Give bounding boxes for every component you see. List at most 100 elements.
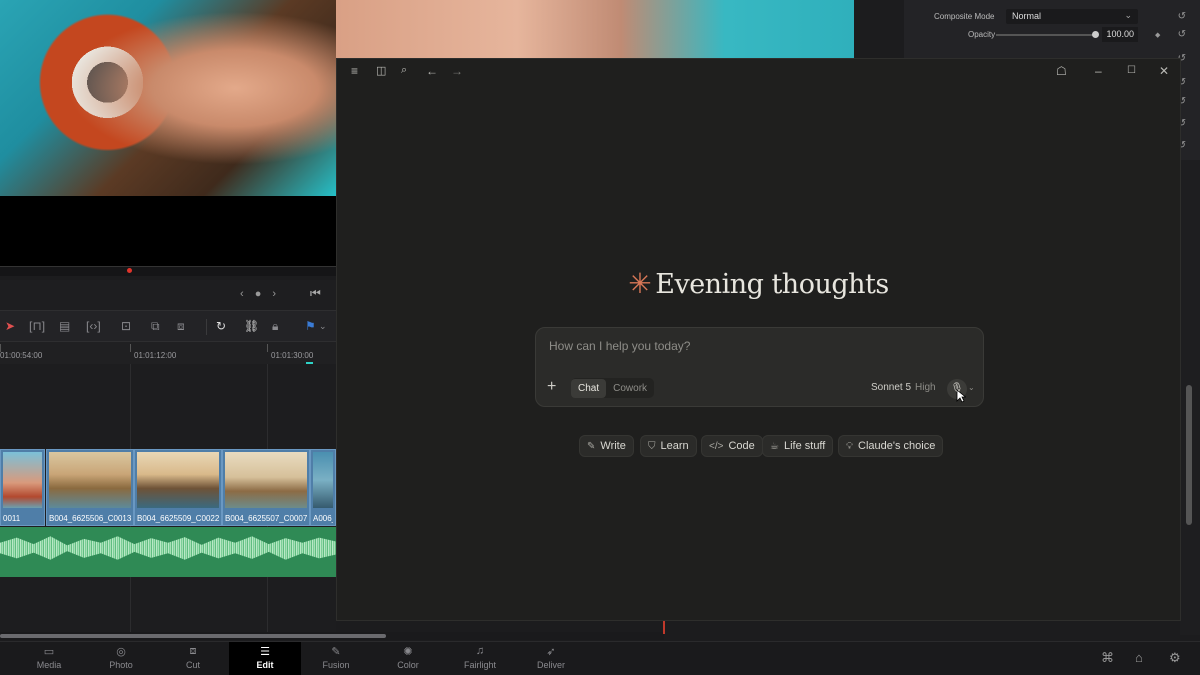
media-icon: ▭ <box>43 646 55 658</box>
deliver-icon: ➶ <box>546 646 556 658</box>
timeline-ruler[interactable]: 01:00:54:00 01:01:12:00 01:01:30:00 <box>0 342 336 364</box>
chevron-down-icon: ⌄ <box>1124 10 1132 20</box>
chip-learn[interactable]: ⛉ Learn <box>640 435 697 457</box>
keyboard-shortcuts-icon[interactable]: ⌘ <box>1101 650 1114 666</box>
chip-claudes-choice[interactable]: 💡︎ Claude's choice <box>838 435 944 457</box>
timeline-playhead[interactable] <box>663 620 665 634</box>
timeline-clip[interactable]: B004_6625509_C0022 <box>134 449 222 526</box>
ruler-timecode: 01:01:30:00 <box>271 351 314 360</box>
reset-icon[interactable]: ↺ <box>1178 29 1186 40</box>
prompt-input-box[interactable]: How can I help you today? + Chat Cowork S… <box>535 327 984 407</box>
timeline-clip[interactable]: B004_6625507_C0007 <box>222 449 310 526</box>
timeline-scroll-thumb[interactable] <box>0 634 386 638</box>
insert-clip-icon[interactable]: ⊡ <box>121 319 131 333</box>
composite-mode-select[interactable]: Normal ⌄ <box>1006 9 1138 24</box>
coffee-cup-icon: ☕︎ <box>770 441 779 452</box>
back-arrow-icon[interactable]: ← <box>426 64 438 78</box>
opacity-value[interactable]: 100.00 <box>1102 27 1138 42</box>
effort-level: High <box>915 382 936 393</box>
page-tab-fusion[interactable]: ✎ Fusion <box>300 642 372 675</box>
greeting-heading: ✳ Evening thoughts <box>337 267 1180 300</box>
clip-thumbnail <box>225 452 307 508</box>
prompt-placeholder[interactable]: How can I help you today? <box>549 339 690 353</box>
greeting-text: Evening thoughts <box>655 269 889 300</box>
clip-name: A006_ <box>313 514 333 523</box>
sidebar-toggle-icon[interactable]: ◫ <box>376 64 386 77</box>
lock-icon[interactable]: 🔒︎ <box>272 319 278 334</box>
page-tab-edit[interactable]: ☰ Edit <box>229 642 301 675</box>
clip-thumbnail <box>3 452 42 508</box>
linked-selection-icon[interactable]: ⛓ <box>244 319 259 333</box>
page-tab-label: Media <box>36 660 62 670</box>
keyframe-icon[interactable]: ◆ <box>1155 31 1160 39</box>
page-tab-label: Edit <box>256 660 274 670</box>
maximize-icon[interactable]: ☐ <box>1127 65 1136 76</box>
dynamic-trim-icon[interactable]: ▤ <box>59 319 70 333</box>
timeline-clip[interactable]: A006_ <box>310 449 336 526</box>
chip-label: Write <box>600 440 626 452</box>
replace-clip-icon[interactable]: ⧈ <box>177 319 185 334</box>
clip-thumbnail <box>49 452 131 508</box>
opacity-slider-knob[interactable] <box>1092 31 1099 38</box>
audio-track[interactable] <box>0 527 336 577</box>
timeline-scrollbar[interactable] <box>0 632 664 640</box>
video-preview-background <box>336 0 854 58</box>
settings-icon[interactable]: ⚙ <box>1169 650 1181 666</box>
close-icon[interactable]: ✕ <box>1159 64 1169 78</box>
mode-chat[interactable]: Chat <box>571 379 607 398</box>
mode-toggle: Chat Cowork <box>571 378 655 398</box>
page-tab-photo[interactable]: ◎ Photo <box>85 642 157 675</box>
chip-label: Learn <box>660 440 689 452</box>
page-tab-deliver[interactable]: ➶ Deliver <box>515 642 587 675</box>
clip-name: 0011 <box>3 514 21 523</box>
claude-window: ≡ ◫ ⌕ ← → ☖ – ☐ ✕ ✳ Evening thoughts How … <box>336 58 1181 621</box>
blade-tool-icon[interactable]: [‹›] <box>86 319 101 333</box>
page-navigation-bar: ▭ Media ◎ Photo ⧈ Cut ☰ Edit ✎ Fusion ✺ Color ♫ Fairl… <box>0 641 1200 675</box>
inspector-scroll-area <box>1180 160 1200 635</box>
menu-icon[interactable]: ≡ <box>351 64 358 78</box>
selection-tool-icon[interactable]: ➤ <box>5 319 15 333</box>
chip-label: Claude's choice <box>858 440 936 452</box>
timeline-clip[interactable]: 0011 <box>0 449 45 526</box>
claude-spark-icon: ✳ <box>628 267 652 300</box>
search-icon[interactable]: ⌕ <box>401 64 407 77</box>
flag-dropdown-icon[interactable]: ⌄ <box>319 321 327 332</box>
photo-icon: ◎ <box>116 646 126 658</box>
incognito-ghost-icon[interactable]: ☖ <box>1056 64 1067 78</box>
snapping-icon[interactable]: ↻ <box>216 319 226 333</box>
chip-write[interactable]: ✎ Write <box>579 435 634 457</box>
playhead-dot[interactable] <box>127 268 132 273</box>
page-tab-cut[interactable]: ⧈ Cut <box>157 642 229 675</box>
viewer-scrubber[interactable] <box>0 266 336 276</box>
desktop: ‹ ● › ⏮ ➤ [⊓] ▤ [‹›] ⊡ ⧉ ⧈ ↻ ⛓ 🔒︎ ⚑ ⌄ 01… <box>0 0 1200 675</box>
timeline-clip[interactable]: B004_6625506_C0013 <box>46 449 134 526</box>
page-tab-label: Deliver <box>536 660 565 670</box>
ruler-timecode: 01:01:12:00 <box>134 351 177 360</box>
forward-arrow-icon[interactable]: → <box>451 64 463 78</box>
page-tab-fairlight[interactable]: ♫ Fairlight <box>444 642 516 675</box>
chevron-down-icon[interactable]: ⌄ <box>968 383 975 392</box>
chip-code[interactable]: </> Code <box>701 435 763 457</box>
clip-name: B004_6625506_C0013 <box>49 514 131 523</box>
trim-tool-icon[interactable]: [⊓] <box>29 319 45 333</box>
cut-icon: ⧈ <box>189 645 197 657</box>
home-icon[interactable]: ⌂ <box>1135 650 1143 665</box>
minimize-icon[interactable]: – <box>1095 64 1102 78</box>
opacity-slider[interactable] <box>996 34 1096 36</box>
mode-cowork[interactable]: Cowork <box>606 379 654 398</box>
reset-icon[interactable]: ↺ <box>1178 11 1186 22</box>
clip-thumbnail <box>313 452 333 508</box>
flag-icon[interactable]: ⚑ <box>305 319 316 333</box>
model-selector[interactable]: Sonnet 5 High <box>871 382 936 393</box>
page-tab-color[interactable]: ✺ Color <box>372 642 444 675</box>
jump-to-start-icon[interactable]: ⏮ <box>310 286 321 301</box>
audio-waveform <box>0 536 336 560</box>
code-icon: </> <box>709 441 724 452</box>
overwrite-clip-icon[interactable]: ⧉ <box>151 319 160 334</box>
inspector-scrollbar[interactable] <box>1186 385 1192 525</box>
plus-icon[interactable]: + <box>547 378 556 396</box>
page-tab-label: Photo <box>109 660 133 670</box>
chip-life-stuff[interactable]: ☕︎ Life stuff <box>762 435 834 457</box>
clip-nav-icon[interactable]: ‹ ● › <box>240 288 280 300</box>
page-tab-media[interactable]: ▭ Media <box>13 642 85 675</box>
